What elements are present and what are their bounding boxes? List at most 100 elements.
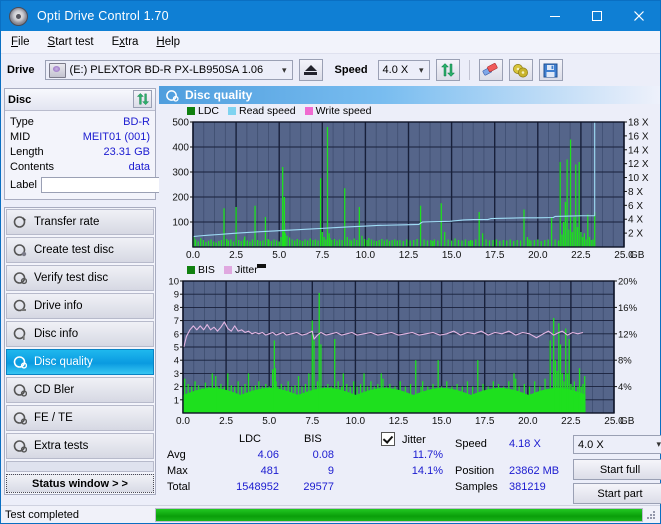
refresh-button[interactable] (435, 59, 460, 81)
nav-spacer (6, 461, 154, 472)
speed-select[interactable]: 4.0 X ▾ (377, 60, 430, 80)
speed-result-value: 4.18 X (509, 438, 541, 450)
start-full-button[interactable]: Start full (573, 459, 661, 480)
position-label: Position (455, 465, 495, 477)
page-title: Disc quality (185, 88, 253, 102)
ldc-chart-svg: 100 200 300 400 500 2 X 4 X 6 X 8 X 10 X 12 X 14 X 1… (172, 118, 649, 261)
sidebar-item-drive-info[interactable]: Drive info (6, 293, 154, 319)
svg-text:8 X: 8 X (628, 187, 643, 198)
drive-select[interactable]: (E:) PLEXTOR BD-R PX-LB950SA 1.06 ▾ (44, 60, 293, 80)
disc-tools-button[interactable] (508, 59, 533, 81)
menu-file-rest: ile (18, 36, 30, 48)
disc-tools-icon (513, 63, 528, 77)
stats-max-ldc: 481 (260, 465, 279, 477)
svg-text:3: 3 (174, 369, 179, 380)
speed-result-label: Speed (455, 438, 487, 450)
svg-text:10 X: 10 X (628, 173, 649, 184)
app-window: Opti Drive Control 1.70 File Start test … (0, 0, 661, 524)
svg-text:GB: GB (620, 416, 635, 427)
sidebar-item-label: FE / TE (34, 412, 73, 424)
sidebar-item-create-test-disc[interactable]: Create test disc (6, 237, 154, 263)
disc-refresh-button[interactable] (133, 90, 152, 109)
resize-grip[interactable] (645, 509, 657, 521)
menu-item-file[interactable]: File (11, 36, 30, 48)
menu-item-extra[interactable]: Extra (112, 36, 139, 48)
maximize-icon[interactable] (576, 1, 618, 31)
disc-quality-icon (166, 89, 179, 102)
legend-swatch (187, 266, 195, 274)
disc-row-type: Type BD-R (10, 114, 150, 129)
bis-chart-legend: BIS Jitter (159, 263, 660, 277)
sidebar-item-label: CD Bler (34, 384, 75, 396)
drive-icon (48, 62, 66, 78)
toolbar-separator (468, 60, 470, 80)
sidebar-item-fe-te[interactable]: FE / TE (6, 405, 154, 431)
eject-button[interactable] (298, 59, 323, 81)
sidebar: Disc Type BD-R MID MEIT01 (001) Length 2… (1, 86, 208, 495)
svg-text:15.0: 15.0 (432, 416, 452, 427)
app-icon (9, 6, 28, 26)
erase-button[interactable] (478, 59, 503, 81)
stats-col-bis: BIS (304, 433, 322, 445)
menu-item-start-test[interactable]: Start test (48, 36, 94, 48)
sidebar-item-transfer-rate[interactable]: Transfer rate (6, 209, 154, 235)
chevron-down-icon: ▾ (656, 439, 661, 449)
svg-text:16 X: 16 X (628, 131, 649, 142)
fe-te-icon (13, 412, 27, 425)
disc-panel-title: Disc (8, 93, 32, 106)
position-value: 23862 MB (509, 465, 560, 477)
svg-text:20%: 20% (618, 277, 638, 288)
svg-text:7: 7 (174, 316, 179, 327)
samples-label: Samples (455, 481, 498, 493)
close-icon[interactable] (618, 1, 660, 31)
status-window-button[interactable]: Status window > > (6, 474, 154, 493)
sidebar-item-extra-tests[interactable]: Extra tests (6, 433, 154, 459)
svg-text:4%: 4% (618, 382, 632, 393)
disc-panel-header: Disc (5, 89, 155, 111)
svg-text:2: 2 (174, 382, 179, 393)
save-button[interactable] (538, 59, 563, 81)
checkbox-icon (381, 432, 395, 446)
sidebar-item-label: Create test disc (34, 244, 114, 256)
legend-label: BIS (198, 264, 215, 276)
main-body: Disc Type BD-R MID MEIT01 (001) Length 2… (1, 86, 661, 504)
svg-text:500: 500 (172, 118, 189, 129)
legend-label: LDC (198, 105, 220, 117)
legend-label: Write speed (315, 105, 372, 117)
chevron-down-icon: ▾ (282, 64, 287, 75)
save-icon (543, 63, 558, 77)
start-part-button[interactable]: Start part (573, 483, 661, 504)
jitter-label: Jitter (402, 434, 426, 446)
menu-item-help[interactable]: Help (156, 36, 180, 48)
minimize-icon[interactable] (534, 1, 576, 31)
svg-text:20.0: 20.0 (528, 250, 548, 261)
drive-info-icon (13, 299, 26, 312)
sidebar-item-cd-bler[interactable]: CD Bler (6, 377, 154, 403)
svg-text:2 X: 2 X (628, 229, 643, 240)
svg-text:4: 4 (174, 356, 179, 367)
samples-value: 381219 (509, 481, 546, 493)
sidebar-item-disc-quality[interactable]: Disc quality (6, 349, 154, 375)
nav-list: Transfer rate Create test disc Verify te… (4, 207, 156, 495)
progress-bar (155, 507, 643, 522)
test-speed-select[interactable]: 4.0 X ▾ (573, 435, 661, 454)
svg-text:15.0: 15.0 (442, 250, 462, 261)
svg-text:300: 300 (172, 168, 189, 179)
refresh-icon (440, 62, 455, 77)
svg-text:GB: GB (630, 250, 645, 261)
disc-label-key: Label (10, 179, 37, 191)
stats-max-bis: 9 (327, 465, 334, 477)
svg-text:17.5: 17.5 (485, 250, 505, 261)
disc-info-rows: Type BD-R MID MEIT01 (001) Length 23.31 … (5, 111, 208, 199)
svg-text:2.5: 2.5 (229, 250, 243, 261)
sidebar-item-verify-test-disc[interactable]: Verify test disc (6, 265, 154, 291)
jitter-checkbox[interactable] (381, 432, 395, 447)
sidebar-item-disc-info[interactable]: Disc info (6, 321, 154, 347)
ldc-chart-legend: LDC Read speed Write speed (159, 104, 660, 118)
svg-text:14 X: 14 X (628, 145, 649, 156)
svg-text:22.5: 22.5 (571, 250, 591, 261)
stats-table: LDC BIS Avg 4.06 0.08 Max 481 9 Total 15… (159, 432, 449, 503)
svg-text:18 X: 18 X (628, 118, 649, 129)
svg-text:5.0: 5.0 (272, 250, 286, 261)
disc-row-value: BD-R (123, 115, 150, 128)
